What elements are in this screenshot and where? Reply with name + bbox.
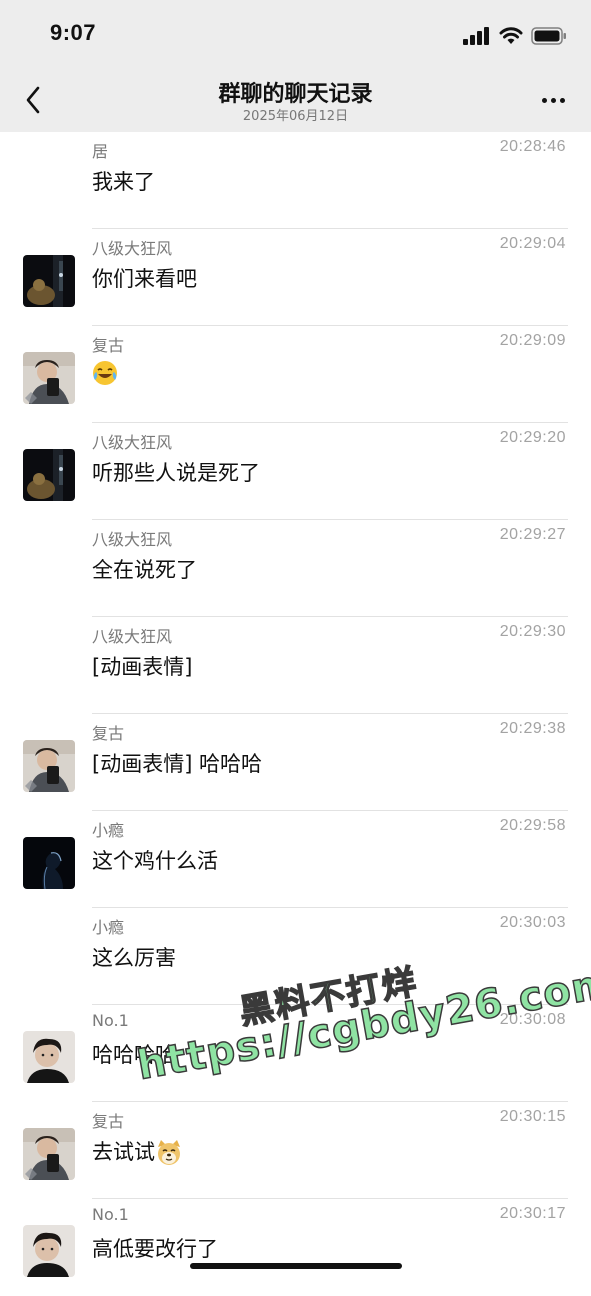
message-time: 20:29:04	[499, 235, 566, 252]
message-text-content: 哈哈哈哈	[92, 1043, 176, 1067]
message-text: 你们来看吧	[92, 263, 197, 293]
message-text: 这么厉害	[92, 942, 176, 972]
message-time: 20:29:09	[499, 332, 566, 349]
cellular-signal-icon	[463, 27, 489, 45]
message-time: 20:29:38	[499, 720, 566, 737]
message-text-content: [动画表情] 哈哈哈	[92, 752, 263, 776]
sender-name: 小瘾	[92, 821, 125, 840]
sender-name: 八级大狂风	[92, 239, 173, 258]
battery-icon	[531, 27, 566, 45]
message-time: 20:29:27	[499, 526, 566, 543]
system-icons	[463, 26, 567, 46]
message-text: 去试试	[92, 1136, 183, 1167]
message-text-content: [动画表情]	[92, 655, 193, 679]
page-date: 2025年06月12日	[242, 109, 349, 124]
sender-name: 复古	[92, 336, 125, 355]
message-time: 20:29:30	[499, 623, 566, 640]
chat-message-row[interactable]: 八级大狂风 20:29:27 全在说死了	[0, 520, 591, 617]
chat-message-row[interactable]: 复古 20:29:38 [动画表情] 哈哈哈	[0, 714, 591, 811]
avatar[interactable]	[23, 1031, 75, 1083]
message-text: 听那些人说是死了	[92, 457, 260, 487]
home-indicator	[190, 1263, 402, 1269]
chat-message-row[interactable]: 小瘾 20:29:58 这个鸡什么活	[0, 811, 591, 908]
message-text: [动画表情]	[92, 651, 192, 681]
page-title: 群聊的聊天记录	[218, 82, 373, 107]
nav-bar: 群聊的聊天记录 2025年06月12日	[0, 68, 591, 132]
chat-message-row[interactable]: No.1 20:30:08 哈哈哈哈	[0, 1005, 591, 1102]
message-text: 这个鸡什么活	[92, 845, 218, 875]
sender-name: 复古	[92, 1112, 125, 1131]
chat-message-row[interactable]: 居 20:28:46 我来了	[0, 132, 591, 229]
avatar[interactable]	[23, 1225, 75, 1277]
message-text-content: 这么厉害	[92, 946, 176, 970]
sender-name: 小瘾	[92, 918, 125, 937]
more-dot-icon	[559, 97, 565, 103]
message-time: 20:30:15	[499, 1108, 566, 1125]
avatar[interactable]	[23, 449, 75, 501]
sender-name: 复古	[92, 724, 125, 743]
doge-emoji-icon	[158, 1140, 180, 1165]
message-text: 哈哈哈哈	[92, 1039, 176, 1069]
avatar[interactable]	[23, 255, 75, 307]
message-text-content: 去试试	[92, 1140, 155, 1164]
chat-message-row[interactable]: 复古 20:30:15 去试试	[0, 1102, 591, 1199]
status-time: 9:07	[50, 20, 97, 45]
message-time: 20:29:58	[499, 817, 566, 834]
avatar[interactable]	[23, 1128, 75, 1180]
message-time: 20:29:20	[499, 429, 566, 446]
sender-name: 八级大狂风	[92, 627, 173, 646]
sender-name: 居	[92, 142, 109, 161]
message-text-content: 这个鸡什么活	[92, 849, 218, 873]
message-text	[92, 360, 118, 386]
message-time: 20:30:17	[499, 1205, 566, 1222]
avatar[interactable]	[23, 352, 75, 404]
message-text: [动画表情] 哈哈哈	[92, 748, 262, 778]
chat-message-row[interactable]: 复古 20:29:09	[0, 326, 591, 423]
message-text-content: 你们来看吧	[92, 267, 197, 291]
message-text-content: 听那些人说是死了	[92, 461, 260, 485]
message-text-content: 全在说死了	[92, 558, 197, 582]
message-text-content: 高低要改行了	[92, 1237, 218, 1261]
chat-message-row[interactable]: 八级大狂风 20:29:04 你们来看吧	[0, 229, 591, 326]
message-time: 20:28:46	[499, 138, 566, 155]
chat-message-row[interactable]: No.1 20:30:17 高低要改行了	[0, 1199, 591, 1296]
message-time: 20:30:08	[499, 1011, 566, 1028]
message-text: 我来了	[92, 166, 155, 196]
chat-message-row[interactable]: 八级大狂风 20:29:20 听那些人说是死了	[0, 423, 591, 520]
wifi-icon	[499, 27, 523, 44]
chat-record-list[interactable]: 居 20:28:46 我来了八级大狂风 20:29:04 你们来看吧复古 20:29:09…	[0, 132, 591, 1296]
more-options-button[interactable]	[537, 90, 569, 110]
chat-message-row[interactable]: 八级大狂风 20:29:30 [动画表情]	[0, 617, 591, 714]
avatar[interactable]	[23, 740, 75, 792]
laugh-crying-emoji-icon	[93, 361, 117, 385]
more-dot-icon	[550, 97, 556, 103]
sender-name: No.1	[92, 1205, 129, 1224]
more-dot-icon	[541, 97, 547, 103]
status-bar: 9:07	[0, 0, 591, 68]
message-text: 高低要改行了	[92, 1233, 218, 1263]
message-text: 全在说死了	[92, 554, 197, 584]
sender-name: 八级大狂风	[92, 530, 173, 549]
message-time: 20:30:03	[499, 914, 566, 931]
sender-name: No.1	[92, 1011, 129, 1030]
avatar[interactable]	[23, 837, 75, 889]
sender-name: 八级大狂风	[92, 433, 173, 452]
chat-message-row[interactable]: 小瘾 20:30:03 这么厉害	[0, 908, 591, 1005]
message-text-content: 我来了	[92, 170, 155, 194]
